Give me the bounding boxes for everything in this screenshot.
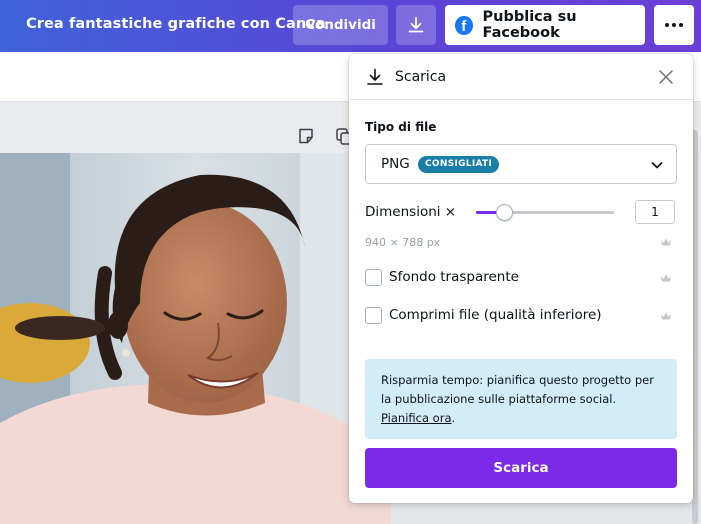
- canvas-photo[interactable]: [0, 153, 391, 524]
- document-title[interactable]: Crea fantastiche grafiche con Canva: [26, 16, 326, 32]
- download-panel: Scarica Tipo di file PNG CONSIGLIATI Dim…: [349, 54, 693, 503]
- crown-icon: [661, 238, 671, 246]
- file-type-select[interactable]: PNG CONSIGLIATI: [365, 144, 677, 184]
- note-icon[interactable]: [296, 126, 316, 146]
- dimensions-label: Dimensioni ×: [365, 204, 457, 220]
- download-button[interactable]: Scarica: [365, 448, 677, 488]
- more-dot: [679, 23, 683, 27]
- close-icon[interactable]: [657, 68, 675, 86]
- canvas-actions: [296, 126, 354, 146]
- crown-icon: [661, 274, 671, 282]
- schedule-info-text: Risparmia tempo: pianifica questo proget…: [381, 373, 654, 406]
- recommended-badge: CONSIGLIATI: [418, 156, 500, 173]
- schedule-info-box: Risparmia tempo: pianifica questo proget…: [365, 359, 677, 439]
- share-button[interactable]: Condividi: [293, 5, 388, 45]
- crown-icon: [661, 312, 671, 320]
- download-panel-title: Scarica: [395, 69, 447, 85]
- download-icon: [367, 68, 383, 85]
- more-horizontal-icon: [665, 23, 669, 27]
- download-button-top[interactable]: [396, 5, 436, 45]
- chevron-down-icon: [651, 162, 663, 169]
- dimensions-input[interactable]: 1: [635, 200, 675, 224]
- facebook-icon: f: [455, 15, 473, 35]
- download-icon: [408, 17, 424, 33]
- schedule-info-tail: .: [451, 411, 456, 425]
- schedule-now-link[interactable]: Pianifica ora: [381, 411, 452, 425]
- download-panel-header: Scarica: [349, 54, 693, 100]
- compress-file-checkbox[interactable]: [365, 307, 382, 324]
- publish-facebook-label: Pubblica su Facebook: [482, 9, 577, 41]
- woman-photo-image: [0, 153, 391, 524]
- publish-facebook-button[interactable]: f Pubblica su Facebook: [445, 5, 645, 45]
- size-pixels-label: 940 × 788 px: [365, 236, 441, 249]
- compress-file-label[interactable]: Comprimi file (qualità inferiore): [389, 307, 602, 323]
- transparent-background-label[interactable]: Sfondo trasparente: [389, 269, 519, 285]
- file-type-label: Tipo di file: [365, 120, 437, 134]
- top-bar: Crea fantastiche grafiche con Canva Cond…: [0, 0, 701, 52]
- file-type-value: PNG: [381, 156, 410, 172]
- more-dot: [672, 23, 676, 27]
- dimensions-slider-thumb[interactable]: [496, 204, 513, 221]
- more-options-button[interactable]: [654, 5, 694, 45]
- transparent-background-checkbox[interactable]: [365, 269, 382, 286]
